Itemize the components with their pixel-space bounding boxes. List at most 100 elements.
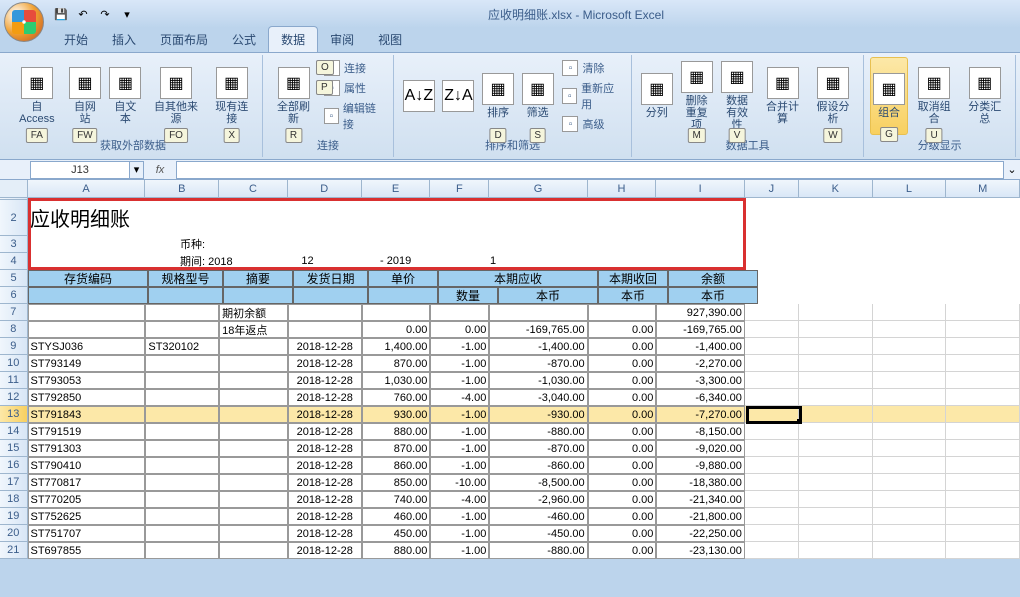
cell[interactable]: 0.00	[588, 321, 657, 338]
cell[interactable]	[799, 491, 873, 508]
cell[interactable]: 0.00	[588, 491, 657, 508]
cell[interactable]: 2018-12-28	[288, 508, 362, 525]
cell[interactable]	[145, 508, 219, 525]
cell[interactable]	[228, 200, 746, 236]
redo-button[interactable]: ↷	[96, 5, 114, 23]
cell[interactable]: 规格型号	[148, 270, 223, 287]
cell[interactable]: 0.00	[588, 406, 657, 423]
cell[interactable]: 880.00	[362, 542, 431, 559]
cell[interactable]: ST793149	[28, 355, 146, 372]
cell[interactable]: 期初余额	[219, 304, 288, 321]
cell[interactable]: 760.00	[362, 389, 431, 406]
cell[interactable]	[946, 321, 1020, 338]
cell[interactable]	[219, 491, 288, 508]
ribbon-button-删除 重复项[interactable]: ▦删除重复项M	[677, 57, 715, 135]
cell[interactable]: 460.00	[362, 508, 431, 525]
cell[interactable]: -21,800.00	[656, 508, 744, 525]
ribbon-button-自 Access[interactable]: ▦自 AccessFA	[10, 57, 64, 135]
cell[interactable]: 0.00	[588, 372, 657, 389]
cell[interactable]: -1,400.00	[489, 338, 587, 355]
ribbon-button-数据 有效性[interactable]: ▦数据有效性V	[718, 57, 756, 135]
ribbon-button-分列[interactable]: ▦分列	[638, 57, 675, 135]
cell[interactable]	[799, 508, 873, 525]
cell[interactable]	[745, 304, 799, 321]
cell[interactable]: -3,300.00	[656, 372, 744, 389]
ribbon-button-属性[interactable]: ▫属性P	[320, 78, 387, 98]
column-header-D[interactable]: D	[288, 180, 362, 198]
cell[interactable]	[946, 457, 1020, 474]
cell[interactable]	[219, 338, 288, 355]
cell[interactable]	[288, 321, 362, 338]
cell[interactable]	[145, 474, 219, 491]
column-header-C[interactable]: C	[219, 180, 288, 198]
cell[interactable]	[145, 542, 219, 559]
cell[interactable]: -18,380.00	[656, 474, 744, 491]
cell[interactable]: 本币	[668, 287, 758, 304]
cell[interactable]: 930.00	[362, 406, 431, 423]
cell[interactable]: 应收明细账	[28, 200, 228, 236]
cell[interactable]	[219, 423, 288, 440]
ribbon-button-连接[interactable]: ▫连接O	[320, 58, 387, 78]
cell[interactable]: 摘要	[223, 270, 293, 287]
cell[interactable]	[873, 508, 947, 525]
cell[interactable]: 0.00	[588, 508, 657, 525]
cell[interactable]	[219, 457, 288, 474]
cell[interactable]: -4.00	[430, 389, 489, 406]
ribbon-button-排序[interactable]: ▦排序D	[479, 57, 517, 135]
ribbon-tab-视图[interactable]: 视图	[366, 27, 414, 52]
cell[interactable]	[219, 508, 288, 525]
cell[interactable]: ST791843	[28, 406, 146, 423]
column-header-H[interactable]: H	[588, 180, 657, 198]
cell[interactable]	[745, 474, 799, 491]
cell[interactable]	[28, 304, 146, 321]
cell[interactable]: ST770817	[28, 474, 146, 491]
cell[interactable]	[745, 338, 799, 355]
cell[interactable]: 2018-12-28	[288, 491, 362, 508]
row-header-18[interactable]: 18	[0, 491, 28, 508]
cell[interactable]	[430, 304, 489, 321]
ribbon-button-全部刷新[interactable]: ▦全部刷新R	[269, 57, 318, 135]
column-header-A[interactable]: A	[28, 180, 146, 198]
save-button[interactable]: 💾	[52, 5, 70, 23]
cell[interactable]	[362, 304, 431, 321]
cell[interactable]	[873, 423, 947, 440]
cell[interactable]	[873, 355, 947, 372]
cell[interactable]	[145, 406, 219, 423]
cell[interactable]: -870.00	[489, 355, 587, 372]
formula-input[interactable]	[176, 161, 1004, 179]
cell[interactable]: ST697855	[28, 542, 146, 559]
cell[interactable]	[873, 457, 947, 474]
cell[interactable]: 1	[488, 253, 658, 270]
cell[interactable]: 2018-12-28	[288, 542, 362, 559]
ribbon-button-合并计算[interactable]: ▦合并计算	[758, 57, 807, 135]
cell[interactable]: 1,400.00	[362, 338, 431, 355]
ribbon-button-分类汇总[interactable]: ▦分类汇总	[960, 57, 1009, 135]
cell[interactable]: -2,960.00	[489, 491, 587, 508]
cell[interactable]: 0.00	[588, 474, 657, 491]
cell[interactable]: -169,765.00	[656, 321, 744, 338]
cell[interactable]	[148, 287, 223, 304]
column-header-I[interactable]: I	[656, 180, 744, 198]
cell[interactable]: 本币	[598, 287, 668, 304]
cell[interactable]: -7,270.00	[656, 406, 744, 423]
cell[interactable]: 927,390.00	[656, 304, 744, 321]
cell[interactable]	[145, 304, 219, 321]
cell[interactable]	[28, 253, 178, 270]
cell[interactable]	[799, 474, 873, 491]
cell[interactable]	[946, 423, 1020, 440]
row-header-6[interactable]: 6	[0, 287, 28, 304]
column-header-B[interactable]: B	[145, 180, 219, 198]
cell[interactable]: 本币	[498, 287, 598, 304]
cell[interactable]	[946, 474, 1020, 491]
cell[interactable]: ST791303	[28, 440, 146, 457]
row-header-14[interactable]: 14	[0, 423, 28, 440]
cell[interactable]	[145, 372, 219, 389]
cell[interactable]: 0.00	[588, 355, 657, 372]
cell[interactable]: 2018-12-28	[288, 355, 362, 372]
ribbon-tab-审阅[interactable]: 审阅	[318, 27, 366, 52]
cell[interactable]: ST320102	[145, 338, 219, 355]
cell[interactable]	[145, 525, 219, 542]
row-header-16[interactable]: 16	[0, 457, 28, 474]
ribbon-button-现有连接[interactable]: ▦现有连接X	[207, 57, 256, 135]
cell[interactable]: ST791519	[28, 423, 146, 440]
